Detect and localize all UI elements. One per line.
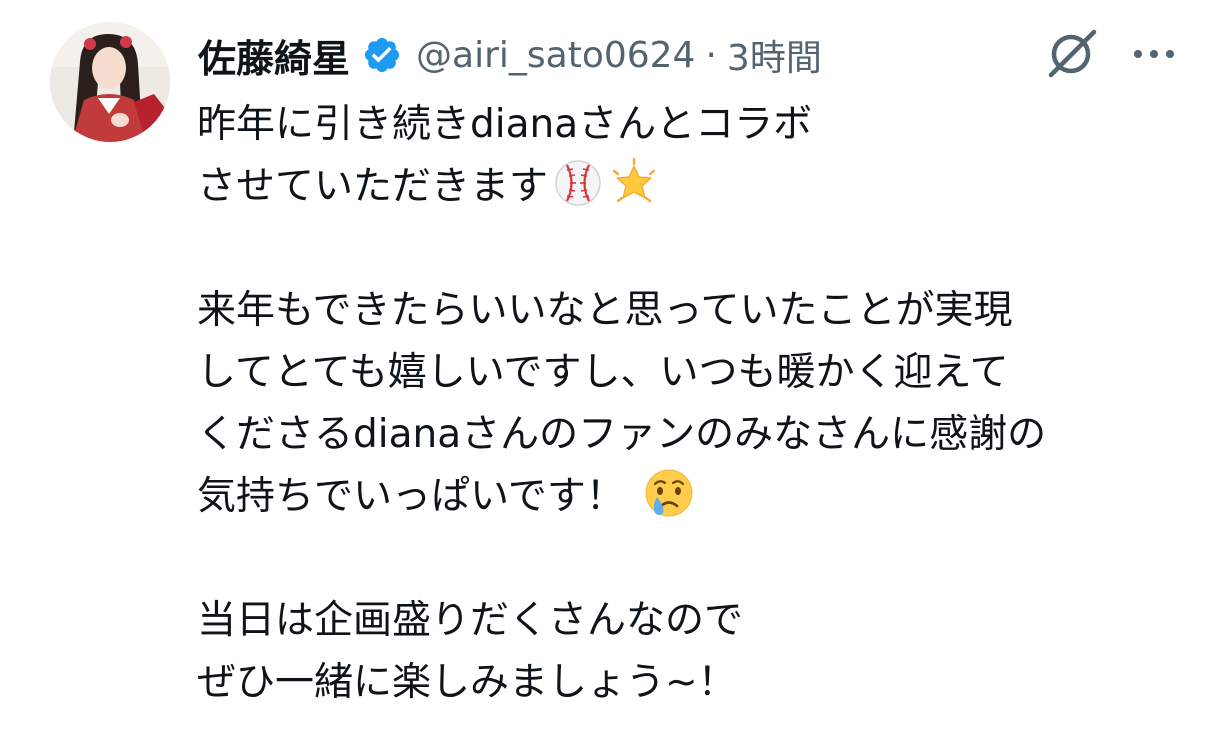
avatar[interactable] (50, 22, 170, 142)
verified-badge-icon[interactable] (362, 35, 402, 75)
tweet-line-text: させていただきます (197, 164, 549, 209)
tweet-line: 当日は企画盛りだくさんなので (197, 598, 744, 643)
tweet-line: くださるdianaさんのファンのみなさんに感謝の (197, 412, 1047, 457)
separator-dot: · (705, 34, 717, 76)
tweet-text: 昨年に引き続きdianaさんとコラボ させていただきます 来年もできたらいいなと… (197, 94, 1187, 714)
crying-face-emoji (643, 467, 695, 519)
baseball-emoji (552, 157, 604, 209)
tweet-line: 昨年に引き続きdianaさんとコラボ (197, 102, 813, 147)
glowing-star-emoji (608, 157, 660, 209)
grok-icon[interactable] (1040, 26, 1104, 82)
tweet-line: 来年もできたらいいなと思っていたことが実現 (197, 288, 1013, 333)
post-time[interactable]: 3時間 (727, 29, 822, 81)
tweet-header: 佐藤綺星 @airi_sato0624 · 3時間 (198, 28, 822, 83)
tweet-line: 気持ちでいっぱいです！ (197, 466, 1187, 528)
author-handle[interactable]: @airi_sato0624 (416, 35, 695, 76)
more-icon[interactable] (1124, 34, 1184, 74)
tweet-line: ぜひ一緒に楽しみましょう~！ (197, 660, 737, 705)
display-name[interactable]: 佐藤綺星 (198, 28, 350, 83)
tweet-line: してとても嬉しいですし、いつも暖かく迎えて (197, 350, 1009, 395)
tweet-line-text: 気持ちでいっぱいです！ (197, 474, 625, 519)
tweet-line: させていただきます (197, 156, 1187, 218)
tweet-post[interactable]: 佐藤綺星 @airi_sato0624 · 3時間 昨年に引き続きdianaさん… (0, 0, 1210, 732)
